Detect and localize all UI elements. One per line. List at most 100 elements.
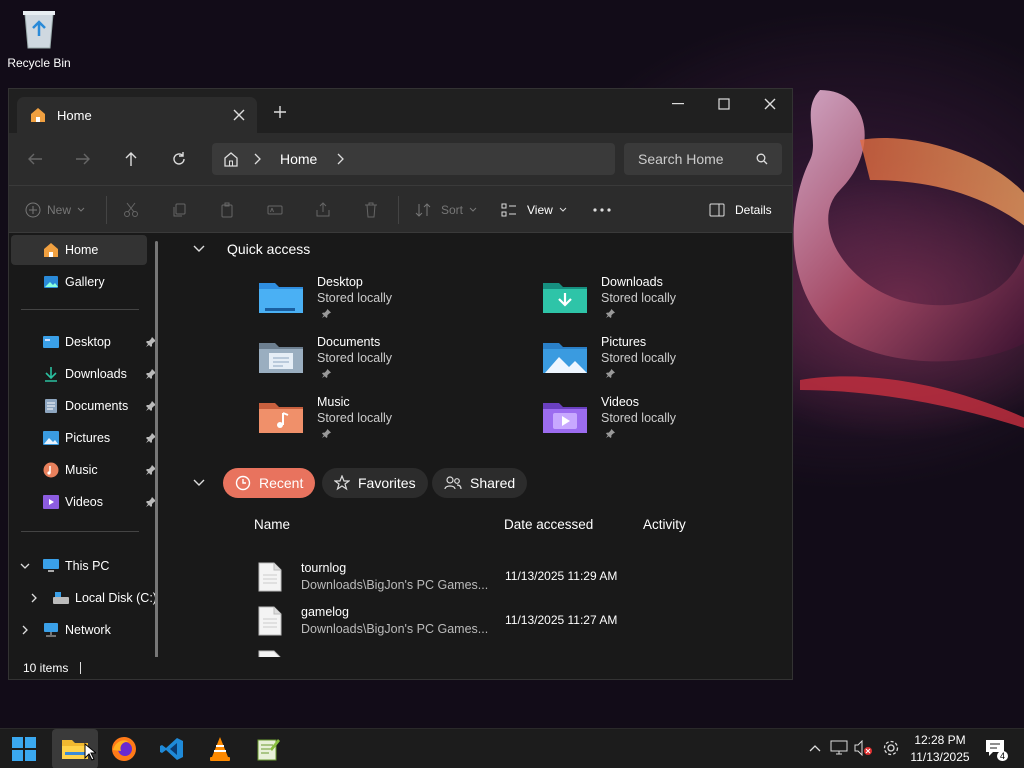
details-pane-icon bbox=[709, 203, 725, 217]
documents-icon bbox=[43, 398, 59, 414]
vscode-icon[interactable] bbox=[152, 729, 192, 768]
sidebar-item-home[interactable]: Home bbox=[11, 235, 147, 265]
people-icon bbox=[444, 475, 462, 491]
pin-icon bbox=[605, 368, 615, 378]
column-header-date[interactable]: Date accessed bbox=[504, 517, 593, 532]
chevron-down-icon[interactable] bbox=[19, 558, 31, 574]
start-windows-icon[interactable] bbox=[4, 729, 44, 768]
notifications-icon[interactable]: 4 bbox=[982, 737, 1008, 761]
recycle-bin-icon bbox=[19, 6, 59, 52]
computer-icon bbox=[43, 558, 59, 574]
table-row[interactable] bbox=[257, 643, 757, 657]
tab-shared[interactable]: Shared bbox=[432, 468, 528, 498]
address-bar[interactable]: Home bbox=[212, 143, 615, 175]
rename-icon[interactable] bbox=[267, 186, 283, 234]
share-icon[interactable] bbox=[315, 186, 331, 234]
pin-icon bbox=[321, 368, 331, 378]
network-icon bbox=[43, 622, 59, 638]
chevron-right-icon bbox=[250, 153, 264, 165]
quick-access-item-pictures[interactable]: Pictures Stored locally bbox=[543, 335, 792, 385]
taskbar: 12:28 PM 11/13/2025 4 bbox=[0, 728, 1024, 768]
copy-icon[interactable] bbox=[171, 186, 187, 234]
column-header-name[interactable]: Name bbox=[254, 517, 290, 532]
home-icon bbox=[43, 242, 59, 258]
refresh-icon[interactable] bbox=[167, 147, 191, 171]
file-explorer-taskbar-icon[interactable] bbox=[52, 729, 98, 768]
minimize-button[interactable] bbox=[655, 89, 701, 119]
collapse-chevron-icon[interactable] bbox=[191, 475, 207, 491]
back-arrow-icon[interactable] bbox=[23, 147, 47, 171]
column-header-activity[interactable]: Activity bbox=[643, 517, 686, 532]
tab-title: Home bbox=[57, 107, 92, 123]
quick-access-item-videos[interactable]: Videos Stored locally bbox=[543, 395, 792, 445]
paste-icon[interactable] bbox=[219, 186, 235, 234]
close-tab-icon[interactable] bbox=[229, 105, 249, 125]
quick-access-item-desktop[interactable]: Desktop Stored locally bbox=[259, 275, 509, 325]
sort-button[interactable]: Sort bbox=[415, 186, 477, 234]
sidebar-scrollbar[interactable] bbox=[155, 241, 158, 661]
navigation-bar: Home Search Home bbox=[9, 133, 792, 185]
search-input[interactable]: Search Home bbox=[624, 143, 782, 175]
gallery-icon bbox=[43, 274, 59, 290]
tab-favorites[interactable]: Favorites bbox=[322, 468, 428, 498]
chevron-right-icon[interactable] bbox=[29, 590, 39, 606]
tab-home[interactable]: Home bbox=[17, 97, 257, 133]
up-arrow-icon[interactable] bbox=[119, 147, 143, 171]
sidebar-item-gallery[interactable]: Gallery bbox=[43, 267, 105, 297]
document-file-icon bbox=[257, 649, 283, 657]
chevron-up-icon[interactable] bbox=[804, 737, 826, 759]
quick-access-header[interactable]: Quick access bbox=[227, 241, 310, 257]
view-button[interactable]: View bbox=[501, 186, 567, 234]
sidebar-item-pictures[interactable]: Pictures bbox=[43, 423, 110, 453]
maximize-button[interactable] bbox=[701, 89, 747, 119]
new-button[interactable]: New bbox=[25, 186, 85, 234]
recycle-bin[interactable]: Recycle Bin bbox=[4, 6, 74, 70]
chevron-right-icon bbox=[333, 153, 347, 165]
more-options-icon[interactable] bbox=[593, 186, 611, 234]
sidebar-item-this-pc[interactable]: This PC bbox=[19, 551, 109, 581]
cut-icon[interactable] bbox=[123, 186, 139, 234]
table-row[interactable]: gamelog Downloads\BigJon's PC Games... 1… bbox=[257, 599, 757, 643]
plus-circle-icon bbox=[25, 202, 41, 218]
clock-date: 11/13/2025 bbox=[910, 750, 970, 764]
separator bbox=[398, 196, 399, 224]
pin-icon bbox=[605, 308, 615, 318]
pin-icon bbox=[321, 308, 331, 318]
clock[interactable]: 12:28 PM 11/13/2025 bbox=[908, 732, 972, 766]
sidebar-item-desktop[interactable]: Desktop bbox=[43, 327, 153, 357]
content-pane: Quick access Desktop Stored locally Down… bbox=[167, 233, 792, 657]
videos-folder-icon bbox=[543, 399, 587, 435]
divider bbox=[21, 531, 139, 532]
recycle-bin-label: Recycle Bin bbox=[7, 56, 71, 70]
tab-recent[interactable]: Recent bbox=[223, 468, 316, 498]
vlc-icon[interactable] bbox=[200, 729, 240, 768]
chevron-right-icon[interactable] bbox=[19, 622, 31, 638]
wallpaper-shape bbox=[793, 90, 1024, 429]
quick-access-item-music[interactable]: Music Stored locally bbox=[259, 395, 509, 445]
sidebar-item-local-disk[interactable]: Local Disk (C:) bbox=[29, 583, 157, 613]
sidebar-item-videos[interactable]: Videos bbox=[43, 487, 103, 517]
table-row[interactable]: tournlog Downloads\BigJon's PC Games... … bbox=[257, 555, 757, 599]
breadcrumb-home[interactable]: Home bbox=[280, 151, 317, 167]
pin-icon bbox=[321, 428, 331, 438]
firefox-icon[interactable] bbox=[104, 729, 144, 768]
forward-arrow-icon[interactable] bbox=[71, 147, 95, 171]
notepad-plus-plus-icon[interactable] bbox=[248, 729, 288, 768]
quick-access-item-documents[interactable]: Documents Stored locally bbox=[259, 335, 509, 385]
volume-muted-icon[interactable] bbox=[852, 737, 874, 759]
network-wired-icon[interactable] bbox=[828, 737, 850, 759]
sidebar-item-network[interactable]: Network bbox=[19, 615, 111, 645]
details-button[interactable]: Details bbox=[709, 186, 772, 234]
star-icon bbox=[334, 475, 350, 491]
plus-icon[interactable] bbox=[269, 101, 291, 123]
quick-access-item-downloads[interactable]: Downloads Stored locally bbox=[543, 275, 792, 325]
collapse-chevron-icon[interactable] bbox=[191, 241, 207, 257]
delete-icon[interactable] bbox=[363, 186, 379, 234]
close-button[interactable] bbox=[747, 89, 792, 119]
sidebar-item-documents[interactable]: Documents bbox=[43, 391, 128, 421]
separator bbox=[106, 196, 107, 224]
explorer-body: Home Gallery Desktop Downloads Documents… bbox=[9, 233, 792, 679]
sidebar-item-music[interactable]: Music bbox=[43, 455, 98, 485]
sidebar-item-downloads[interactable]: Downloads bbox=[43, 359, 127, 389]
gear-icon[interactable] bbox=[880, 737, 902, 759]
